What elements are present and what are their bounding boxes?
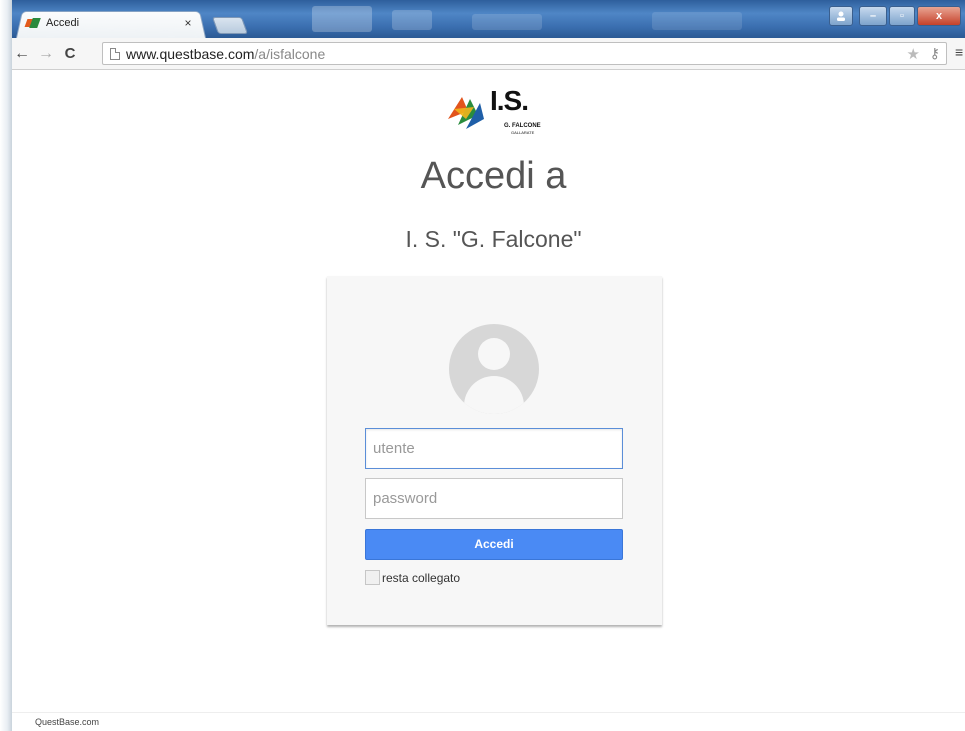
profile-icon[interactable] xyxy=(829,6,853,26)
logo-subtitle: G. FALCONE xyxy=(504,123,541,129)
page-title: Accedi a xyxy=(420,155,567,197)
url-path: /a/isfalcone xyxy=(254,45,326,62)
login-card: Accedi resta collegato xyxy=(327,276,662,625)
forward-arrow-icon[interactable]: → xyxy=(36,44,56,64)
tab-title: Accedi xyxy=(46,17,80,29)
new-tab-button[interactable] xyxy=(211,17,249,34)
logo-text: I.S. xyxy=(490,85,529,116)
address-bar[interactable]: www.questbase.com/a/isfalcone ★ ⚷ xyxy=(102,42,947,65)
password-input[interactable] xyxy=(365,478,623,519)
login-button[interactable]: Accedi xyxy=(365,529,623,560)
school-logo: I.S. G. FALCONE GALLARATE xyxy=(442,85,552,135)
back-arrow-icon[interactable]: ← xyxy=(12,44,32,64)
avatar-icon xyxy=(449,324,539,414)
browser-window: Accedi × – ▫ x ← → C www.questbase.com/a… xyxy=(12,0,965,731)
organization-name: I. S. "G. Falcone" xyxy=(405,226,582,252)
url-host: www.questbase.com xyxy=(126,45,255,62)
window-controls: – ▫ x xyxy=(829,6,961,26)
browser-toolbar: ← → C www.questbase.com/a/isfalcone ★ ⚷ … xyxy=(12,38,965,70)
minimize-button[interactable]: – xyxy=(859,6,887,26)
tab-close-icon[interactable]: × xyxy=(180,16,196,30)
tab-content[interactable]: Accedi × xyxy=(24,11,202,35)
page-content: I.S. G. FALCONE GALLARATE Accedi a I. S.… xyxy=(12,71,965,712)
page-icon xyxy=(110,47,120,60)
desktop-glass-reflection xyxy=(312,6,372,32)
remember-checkbox[interactable] xyxy=(365,570,380,585)
star-icon[interactable]: ★ xyxy=(907,45,920,63)
page-footer: QuestBase.com xyxy=(12,712,965,731)
desktop-glass-reflection xyxy=(392,10,432,30)
tab-strip: Accedi × – ▫ x xyxy=(12,0,965,38)
username-input[interactable] xyxy=(365,428,623,469)
footer-link[interactable]: QuestBase.com xyxy=(35,717,99,727)
logo-city: GALLARATE xyxy=(511,130,535,135)
window-shadow xyxy=(0,0,12,731)
maximize-button[interactable]: ▫ xyxy=(889,6,915,26)
key-icon[interactable]: ⚷ xyxy=(930,45,940,62)
desktop-glass-reflection xyxy=(472,14,542,30)
reload-icon[interactable]: C xyxy=(60,44,80,64)
remember-me[interactable]: resta collegato xyxy=(365,570,460,585)
logo-mark-icon xyxy=(448,97,484,129)
remember-label: resta collegato xyxy=(382,570,461,585)
desktop-glass-reflection xyxy=(652,12,742,30)
close-window-button[interactable]: x xyxy=(917,6,961,26)
favicon-icon xyxy=(24,17,41,29)
menu-icon[interactable]: ≡ xyxy=(955,45,965,59)
